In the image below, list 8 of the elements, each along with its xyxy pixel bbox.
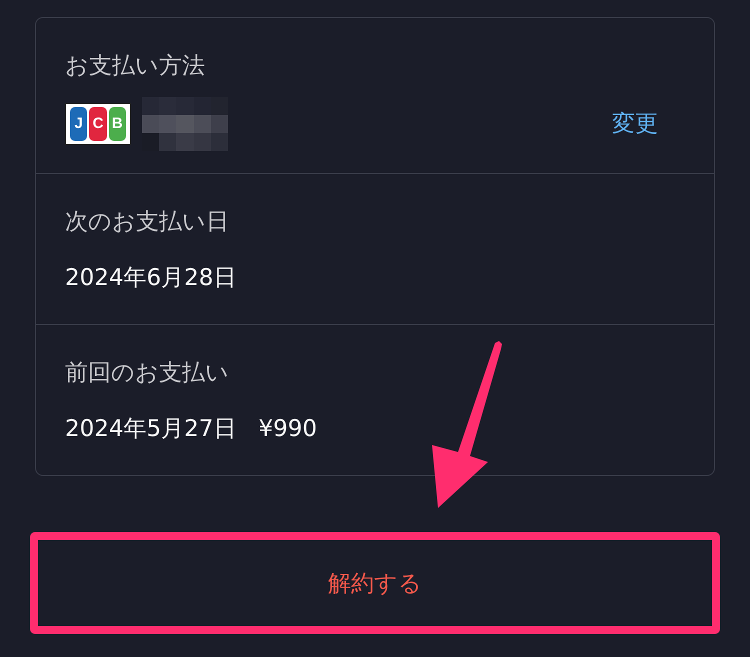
card-brand-logo: J C B	[65, 103, 131, 145]
next-payment-date: 2024年6月28日	[65, 264, 236, 293]
change-link[interactable]: 変更	[612, 108, 658, 140]
next-payment-label: 次のお支払い日	[65, 208, 229, 237]
last-payment-date: 2024年5月27日	[65, 415, 236, 444]
last-payment-amount: ¥990	[258, 415, 317, 444]
last-payment-label: 前回のお支払い	[65, 359, 229, 388]
payment-method-label: お支払い方法	[65, 52, 205, 81]
